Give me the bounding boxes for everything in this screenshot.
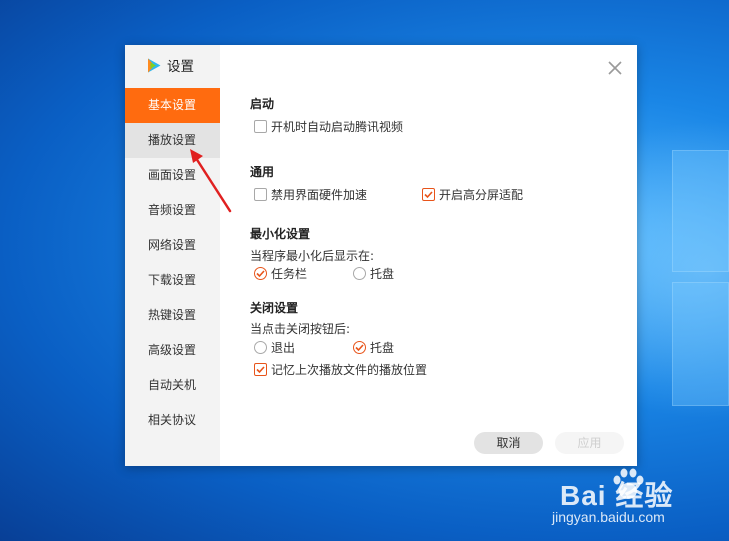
close-tray-label: 托盘 [370, 341, 395, 355]
settings-sidebar: 设置 基本设置 播放设置 画面设置 音频设置 网络设置 下载设置 热键设置 高级… [125, 45, 220, 466]
sidebar-item-network-settings[interactable]: 网络设置 [125, 228, 220, 263]
sidebar-nav: 基本设置 播放设置 画面设置 音频设置 网络设置 下载设置 热键设置 高级设置 … [125, 88, 220, 438]
sidebar-item-auto-shutdown[interactable]: 自动关机 [125, 368, 220, 403]
high-dpi-label: 开启高分屏适配 [439, 188, 524, 202]
sidebar-item-hotkey-settings[interactable]: 热键设置 [125, 298, 220, 333]
watermark-brand: Bai 经验 [560, 480, 674, 511]
close-tray-radio[interactable] [353, 341, 366, 354]
desktop-window-logo-pane-bottom [672, 282, 729, 406]
checkmark-icon [424, 191, 433, 199]
close-exit-radio[interactable] [254, 341, 267, 354]
section-title-close: 关闭设置 [250, 301, 299, 315]
dialog-header: 设置 [145, 56, 194, 75]
checkmark-icon [256, 366, 265, 374]
sidebar-item-basic-settings[interactable]: 基本设置 [125, 88, 220, 123]
option-close-exit[interactable]: 退出 [254, 339, 295, 356]
minimize-tray-radio[interactable] [353, 267, 366, 280]
option-minimize-taskbar[interactable]: 任务栏 [254, 265, 307, 282]
option-remember-position[interactable]: 记忆上次播放文件的播放位置 [254, 361, 427, 378]
remember-position-checkbox[interactable] [254, 363, 267, 376]
tencent-video-logo-icon [148, 58, 161, 72]
option-minimize-tray[interactable]: 托盘 [353, 265, 394, 282]
minimize-taskbar-radio[interactable] [254, 267, 267, 280]
option-high-dpi[interactable]: 开启高分屏适配 [422, 186, 523, 203]
checkmark-icon [256, 270, 265, 278]
checkmark-icon [355, 344, 364, 352]
option-disable-hw-accel[interactable]: 禁用界面硬件加速 [254, 186, 367, 203]
sidebar-item-download-settings[interactable]: 下载设置 [125, 263, 220, 298]
option-autostart[interactable]: 开机时自动启动腾讯视频 [254, 118, 403, 135]
disable-hw-accel-label: 禁用界面硬件加速 [271, 188, 368, 202]
sidebar-item-advanced-settings[interactable]: 高级设置 [125, 333, 220, 368]
settings-dialog: 设置 基本设置 播放设置 画面设置 音频设置 网络设置 下载设置 热键设置 高级… [125, 45, 637, 466]
minimize-tray-label: 托盘 [370, 267, 395, 281]
disable-hw-accel-checkbox[interactable] [254, 188, 267, 201]
baidu-jingyan-watermark: Bai 经验 jingyan.baidu.com [552, 462, 720, 532]
section-title-startup: 启动 [250, 97, 275, 111]
minimize-taskbar-label: 任务栏 [271, 267, 308, 281]
annotation-arrow-icon [190, 149, 232, 213]
autostart-label: 开机时自动启动腾讯视频 [271, 120, 404, 134]
autostart-checkbox[interactable] [254, 120, 267, 133]
high-dpi-checkbox[interactable] [422, 188, 435, 201]
settings-content: 启动 开机时自动启动腾讯视频 通用 禁用界面硬件加速 开启高分屏适配 最小化设置… [250, 45, 630, 466]
close-exit-label: 退出 [271, 341, 296, 355]
option-close-tray[interactable]: 托盘 [353, 339, 394, 356]
cancel-button[interactable]: 取消 [474, 432, 543, 454]
watermark-url: jingyan.baidu.com [552, 509, 665, 525]
close-prompt: 当点击关闭按钮后: [250, 322, 351, 336]
apply-button[interactable]: 应用 [555, 432, 624, 454]
minimize-prompt: 当程序最小化后显示在: [250, 249, 375, 263]
remember-position-label: 记忆上次播放文件的播放位置 [271, 363, 428, 377]
section-title-general: 通用 [250, 165, 275, 179]
section-title-minimize: 最小化设置 [250, 227, 311, 241]
sidebar-item-agreements[interactable]: 相关协议 [125, 403, 220, 438]
desktop-window-logo-pane-top [672, 150, 729, 272]
dialog-title: 设置 [167, 59, 194, 75]
